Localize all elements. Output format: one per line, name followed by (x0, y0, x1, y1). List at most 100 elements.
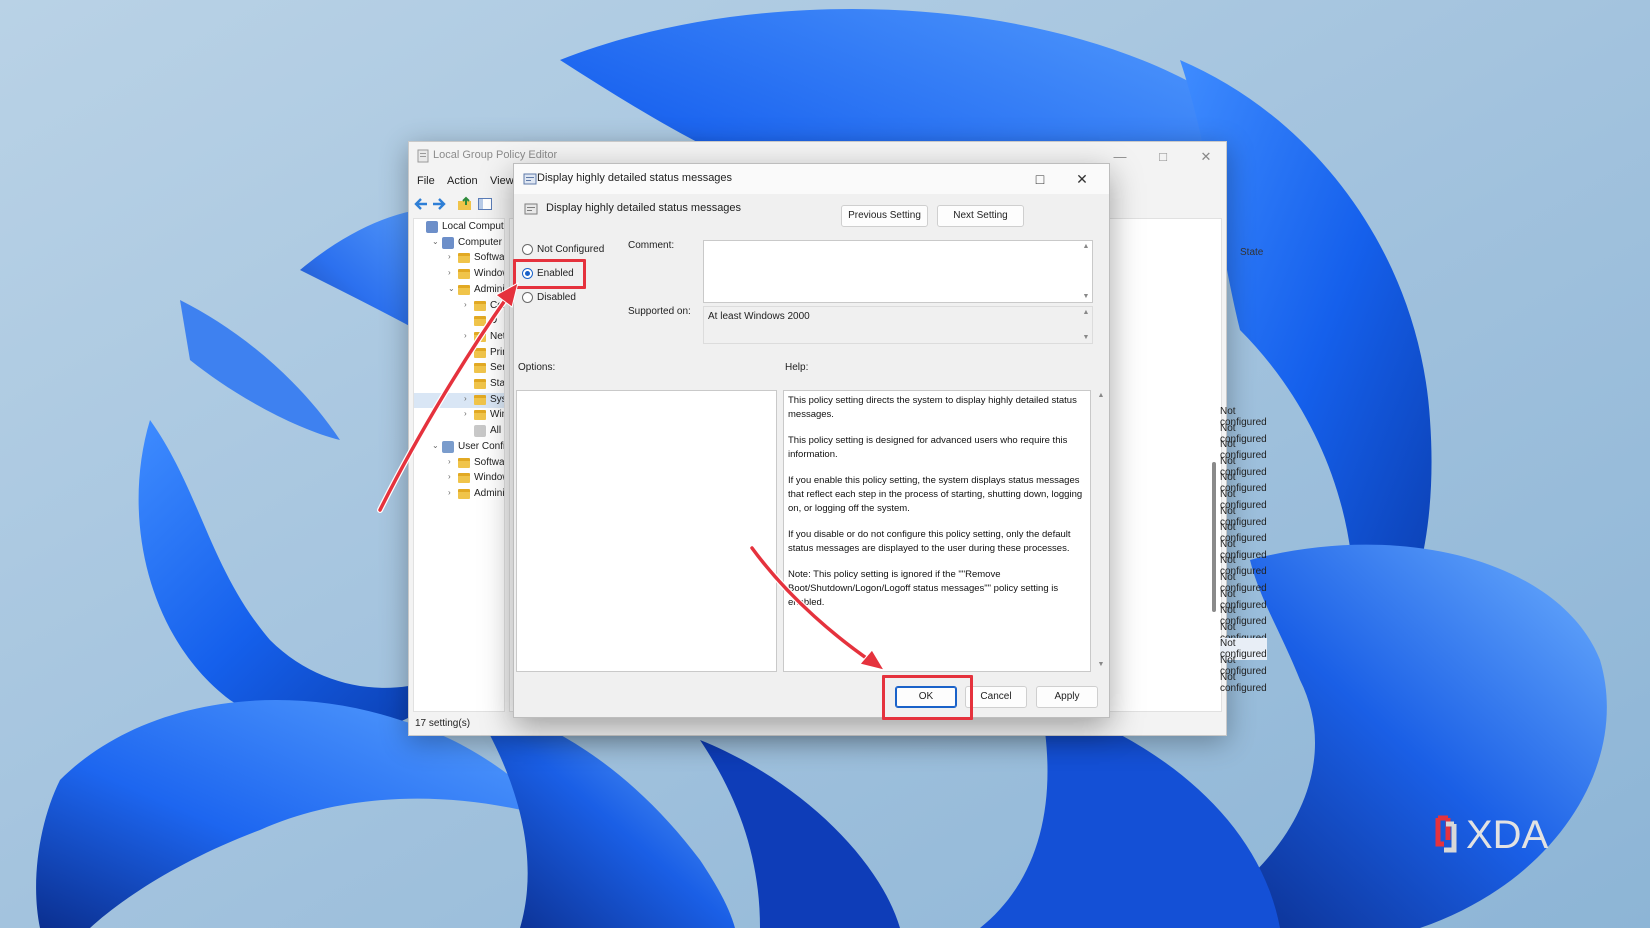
chevron-right-icon[interactable]: › (464, 300, 472, 309)
help-scroll-up-icon[interactable]: ▲ (1096, 392, 1106, 399)
folder-icon (458, 269, 470, 280)
tree-item[interactable]: Printer (414, 346, 504, 361)
computer-icon (426, 221, 438, 233)
tree-item[interactable]: › Software (414, 251, 504, 266)
state-column-header[interactable]: State (1240, 247, 1263, 258)
gpe-window-title: Local Group Policy Editor (433, 149, 558, 161)
up-folder-icon[interactable] (457, 196, 473, 212)
policy-setting-dialog: Display highly detailed status messages … (513, 163, 1110, 718)
comment-label: Comment: (628, 240, 675, 251)
settings-icon (474, 425, 486, 438)
help-paragraph: If you disable or do not configure this … (788, 529, 1071, 554)
folder-icon (458, 457, 470, 468)
policy-setting-icon (523, 173, 537, 185)
settings-count: 17 setting(s) (415, 718, 471, 729)
tree-item[interactable]: ⌄ Computer Co (414, 236, 504, 251)
tree-item-label: Cont (490, 299, 504, 311)
menu-view[interactable]: View (490, 175, 514, 187)
tree-item[interactable]: › Cont (414, 299, 504, 314)
tree-item[interactable]: › Windows (414, 267, 504, 282)
help-panel[interactable]: This policy setting directs the system t… (783, 390, 1091, 672)
close-button[interactable]: ✕ (1185, 142, 1227, 172)
chevron-right-icon[interactable]: › (448, 252, 456, 261)
menu-file[interactable]: File (417, 175, 435, 187)
tree-item[interactable]: Server (414, 361, 504, 376)
close-icon: ✕ (1076, 171, 1088, 187)
apply-button[interactable]: Apply (1036, 686, 1098, 708)
xda-wordmark: XDA (1466, 813, 1549, 857)
tree-item[interactable]: › System (414, 392, 504, 408)
options-label: Options: (518, 362, 556, 373)
chevron-right-icon[interactable]: › (464, 331, 472, 340)
next-setting-button[interactable]: Next Setting (937, 205, 1024, 227)
folder-icon (474, 410, 486, 421)
tree-item-label: Netwo (490, 330, 504, 342)
show-hide-tree-icon[interactable] (477, 196, 493, 212)
folder-icon (474, 363, 486, 374)
tree-item-label: Computer Co (458, 236, 504, 248)
tree-item-label: Windows (474, 268, 504, 280)
folder-icon (474, 300, 486, 311)
folder-icon (474, 347, 486, 358)
enabled-highlight-box (513, 259, 586, 289)
radio-label: Disabled (537, 292, 576, 303)
maximize-icon: □ (1159, 149, 1167, 164)
tree-item[interactable]: Local Computer P (414, 220, 504, 235)
cancel-button[interactable]: Cancel (965, 686, 1027, 708)
scrollbar-thumb[interactable] (1212, 462, 1216, 612)
tree-item[interactable]: D (414, 314, 504, 329)
dialog-close-button[interactable]: ✕ (1061, 164, 1103, 194)
tree-item-label: Software (474, 252, 504, 264)
tree-item[interactable]: ⌄ User Configur (414, 440, 504, 455)
chevron-right-icon[interactable]: › (448, 268, 456, 277)
tree-item[interactable]: › Software S (414, 456, 504, 471)
help-paragraph: This policy setting directs the system t… (788, 395, 1077, 420)
tree-item[interactable]: › Windows (414, 471, 504, 486)
dialog-maximize-button[interactable]: □ (1019, 164, 1061, 194)
folder-icon (458, 488, 470, 499)
chevron-right-icon[interactable]: › (448, 457, 456, 466)
tree-item-label: System (490, 393, 504, 405)
tree-item-label: Server (490, 362, 504, 374)
radio-circle (522, 244, 533, 255)
tree-item-label: Administ... (474, 283, 504, 295)
comment-field[interactable]: ▲ ▼ (703, 240, 1093, 303)
close-icon: ✕ (1200, 149, 1212, 164)
tree-item[interactable]: ⌄ Administ... (414, 283, 504, 298)
chevron-right-icon[interactable]: › (464, 394, 472, 403)
policy-editor-icon (417, 149, 429, 163)
forward-arrow-icon[interactable] (431, 196, 447, 212)
chevron-right-icon[interactable]: › (448, 488, 456, 497)
scroll-down-icon[interactable]: ▼ (1081, 293, 1091, 300)
tree-item-label: D (490, 315, 498, 327)
help-label: Help: (785, 362, 809, 373)
menu-action[interactable]: Action (447, 175, 478, 187)
chevron-down-icon[interactable]: ⌄ (448, 284, 456, 293)
dialog-titlebar: Display highly detailed status messages … (514, 164, 1109, 194)
supported-on-label: Supported on: (628, 306, 691, 317)
chevron-right-icon[interactable]: › (448, 472, 456, 481)
tree-item[interactable]: › Windo (414, 408, 504, 423)
list-scrollbar[interactable] (1211, 232, 1217, 702)
scroll-up-icon[interactable]: ▲ (1081, 309, 1091, 316)
scroll-up-icon[interactable]: ▲ (1081, 243, 1091, 250)
chevron-down-icon[interactable]: ⌄ (432, 237, 440, 246)
tree-item-label: Printer (490, 346, 504, 358)
tree-item[interactable]: › Netwo (414, 330, 504, 345)
help-scroll-down-icon[interactable]: ▼ (1096, 661, 1106, 668)
computer-icon (442, 236, 454, 249)
chevron-right-icon[interactable]: › (464, 409, 472, 418)
folder-icon (458, 473, 470, 484)
folder-icon (458, 253, 470, 264)
previous-setting-button[interactable]: Previous Setting (841, 205, 928, 227)
scroll-down-icon[interactable]: ▼ (1081, 334, 1091, 341)
maximize-button[interactable]: □ (1142, 142, 1184, 172)
tree-item[interactable]: › Administra (414, 487, 504, 502)
chevron-down-icon[interactable]: ⌄ (432, 441, 440, 450)
back-arrow-icon[interactable] (413, 196, 429, 212)
tree-item-label: Software S (474, 456, 504, 468)
tree-item[interactable]: Start M (414, 377, 504, 392)
tree-item[interactable]: All Set (414, 424, 504, 439)
xda-logo: XDA (1435, 813, 1549, 857)
minimize-icon: — (1113, 149, 1127, 164)
